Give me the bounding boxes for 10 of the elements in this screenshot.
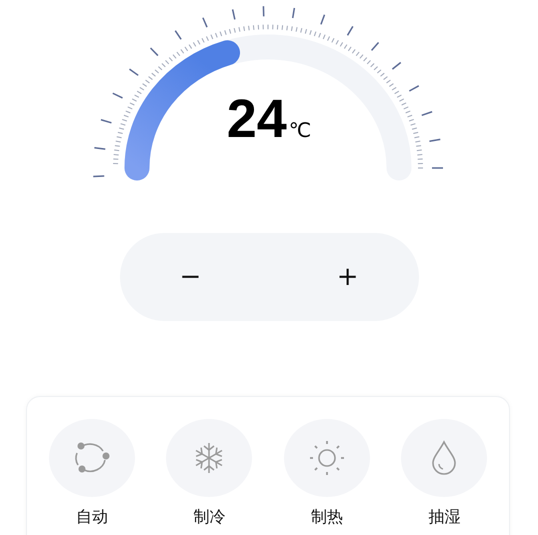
mode-label: 自动	[76, 507, 108, 528]
mode-label: 抽湿	[428, 507, 460, 528]
temperature-unit: ℃	[288, 118, 312, 142]
temperature-value: 24	[226, 92, 287, 146]
increase-button[interactable]: +	[332, 262, 362, 292]
water-drop-icon	[430, 440, 458, 476]
decrease-button[interactable]: −	[176, 262, 206, 292]
mode-label: 制冷	[193, 507, 226, 528]
mode-label: 制热	[310, 507, 343, 528]
sun-icon	[308, 439, 346, 477]
